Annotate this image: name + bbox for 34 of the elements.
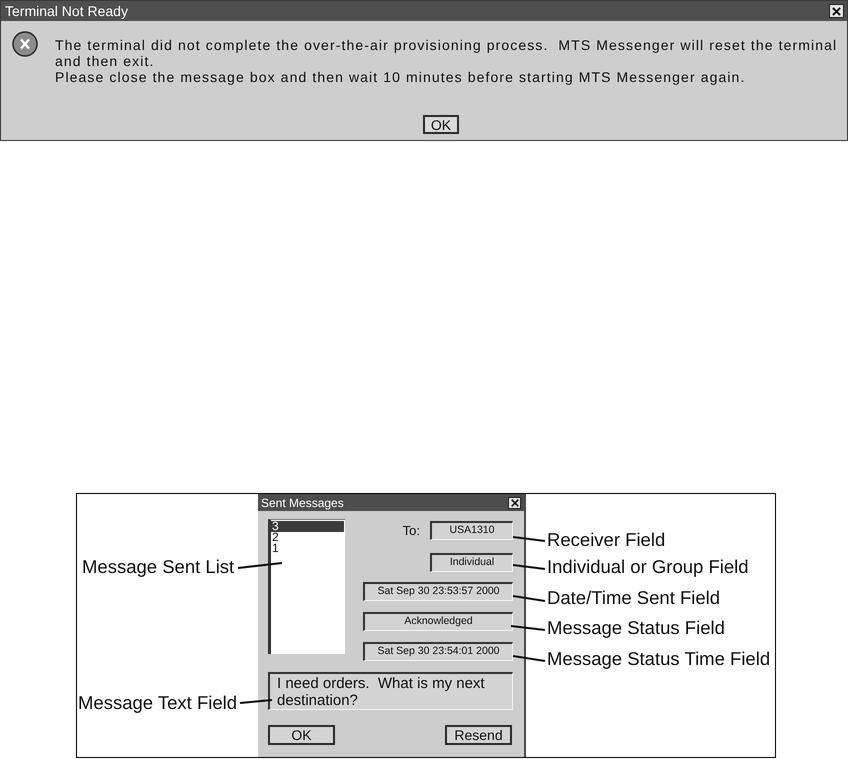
list-item[interactable]: 3 bbox=[271, 521, 344, 532]
circle-x-icon bbox=[12, 31, 38, 57]
leader-line bbox=[512, 595, 546, 602]
leader-line bbox=[238, 562, 282, 569]
callout-label: Individual or Group Field bbox=[547, 556, 749, 578]
leader-line bbox=[512, 536, 546, 542]
callout-label: Date/Time Sent Field bbox=[547, 587, 720, 609]
callout-label: Message Status Time Field bbox=[547, 648, 770, 670]
leader-line bbox=[512, 655, 546, 662]
message-text: The terminal did not complete the over-the-air provisioning process. MTS Messenger will reset the terminal and then exit. bbox=[55, 37, 838, 69]
leader-line bbox=[240, 699, 272, 704]
message-text-field[interactable]: I need orders. What is my next destination? bbox=[268, 672, 513, 710]
to-label: To: bbox=[402, 523, 420, 538]
callout-label: Message Sent List bbox=[82, 556, 234, 578]
window-title: Terminal Not Ready bbox=[5, 3, 128, 19]
window-title: Sent Messages bbox=[261, 496, 344, 510]
close-button[interactable] bbox=[508, 496, 521, 508]
ok-button[interactable]: OK bbox=[268, 725, 335, 745]
leader-line bbox=[512, 564, 546, 570]
date-time-sent-field[interactable]: Sat Sep 30 23:53:57 2000 bbox=[363, 582, 513, 601]
close-icon bbox=[832, 6, 841, 16]
close-icon bbox=[510, 498, 518, 506]
receiver-field[interactable]: USA1310 bbox=[430, 521, 513, 540]
message-status-field[interactable]: Acknowledged bbox=[363, 612, 513, 631]
close-button[interactable] bbox=[829, 4, 844, 18]
resend-button[interactable]: Resend bbox=[445, 725, 512, 745]
callout-label: Receiver Field bbox=[547, 529, 666, 551]
status-time-field[interactable]: Sat Sep 30 23:54:01 2000 bbox=[363, 642, 513, 661]
callout-label: Message Text Field bbox=[78, 692, 238, 714]
ok-button[interactable]: OK bbox=[422, 115, 460, 134]
message-text: Please close the message box and then wait 10 minutes before starting MTS Messenger again. bbox=[55, 69, 746, 85]
leader-line bbox=[510, 625, 546, 631]
callout-label: Message Status Field bbox=[547, 617, 725, 639]
recipient-type-field[interactable]: Individual bbox=[430, 553, 513, 572]
